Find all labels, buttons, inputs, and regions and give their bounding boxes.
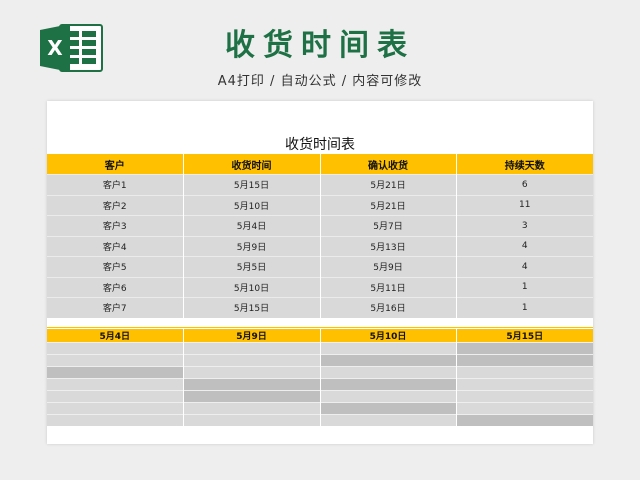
gantt-row bbox=[47, 390, 593, 403]
table-row: 客户3 5月4日 5月7日 3 bbox=[47, 215, 593, 236]
gantt-empty-cell bbox=[47, 390, 184, 403]
gantt-row bbox=[47, 342, 593, 355]
table-row: 客户6 5月10日 5月11日 1 bbox=[47, 276, 593, 298]
gantt-date-header: 5月9日 bbox=[183, 329, 321, 343]
cell-receive-time: 5月5日 bbox=[183, 256, 321, 277]
gantt-bar-cell bbox=[320, 354, 457, 367]
cell-duration-days: 6 bbox=[456, 174, 593, 195]
page-title: 收货时间表 bbox=[225, 28, 415, 63]
cell-confirm-receipt: 5月13日 bbox=[320, 235, 457, 257]
table-row: 客户5 5月5日 5月9日 4 bbox=[47, 256, 593, 277]
cell-customer: 客户1 bbox=[47, 174, 184, 195]
table-row: 客户4 5月9日 5月13日 4 bbox=[47, 235, 593, 257]
gantt-empty-cell bbox=[47, 414, 184, 426]
cell-duration-days: 4 bbox=[456, 235, 593, 257]
cell-duration-days: 3 bbox=[456, 215, 593, 236]
gantt-row bbox=[47, 366, 593, 379]
gantt-bar-cell bbox=[456, 342, 593, 355]
gantt-empty-cell bbox=[183, 354, 321, 367]
spreadsheet-preview: 收货时间表 客户 收货时间 确认收货 持续天数 客户1 5月15日 5月21日 … bbox=[47, 101, 593, 444]
gantt-empty-cell bbox=[320, 390, 457, 403]
gantt-date-header: 5月4日 bbox=[47, 329, 184, 343]
column-header-confirm-receipt: 确认收货 bbox=[320, 154, 457, 175]
cell-confirm-receipt: 5月21日 bbox=[320, 174, 457, 195]
cell-customer: 客户4 bbox=[47, 235, 184, 257]
gantt-bar-cell bbox=[320, 378, 457, 391]
gantt-bar-cell bbox=[183, 390, 321, 403]
cell-confirm-receipt: 5月9日 bbox=[320, 256, 457, 277]
column-header-receive-time: 收货时间 bbox=[183, 154, 321, 175]
cell-duration-days: 1 bbox=[456, 297, 593, 318]
gantt-empty-cell bbox=[456, 378, 593, 391]
cell-confirm-receipt: 5月16日 bbox=[320, 297, 457, 318]
cell-customer: 客户7 bbox=[47, 297, 184, 318]
table-header-row: 客户 收货时间 确认收货 持续天数 bbox=[47, 154, 593, 175]
gantt-bar-cell bbox=[47, 366, 184, 379]
cell-receive-time: 5月4日 bbox=[183, 215, 321, 236]
gantt-row bbox=[47, 402, 593, 415]
gantt-bar-cell bbox=[183, 378, 321, 391]
cell-customer: 客户5 bbox=[47, 256, 184, 277]
gantt-empty-cell bbox=[456, 390, 593, 403]
cell-customer: 客户3 bbox=[47, 215, 184, 236]
gantt-table: 5月4日 5月9日 5月10日 5月15日 bbox=[47, 329, 593, 426]
gantt-empty-cell bbox=[183, 342, 321, 355]
cell-confirm-receipt: 5月21日 bbox=[320, 194, 457, 216]
gantt-empty-cell bbox=[320, 366, 457, 379]
gantt-empty-cell bbox=[183, 402, 321, 415]
cell-confirm-receipt: 5月7日 bbox=[320, 215, 457, 236]
gantt-bar-cell bbox=[456, 414, 593, 426]
gantt-date-header: 5月15日 bbox=[456, 329, 593, 343]
gantt-empty-cell bbox=[320, 342, 457, 355]
column-header-duration-days: 持续天数 bbox=[456, 154, 593, 175]
receipt-table: 客户 收货时间 确认收货 持续天数 客户1 5月15日 5月21日 6 客户2 … bbox=[47, 154, 593, 318]
gantt-row bbox=[47, 414, 593, 426]
gantt-empty-cell bbox=[47, 378, 184, 391]
gantt-empty-cell bbox=[47, 354, 184, 367]
cell-customer: 客户2 bbox=[47, 194, 184, 216]
cell-receive-time: 5月10日 bbox=[183, 194, 321, 216]
cell-customer: 客户6 bbox=[47, 276, 184, 298]
gantt-empty-cell bbox=[456, 402, 593, 415]
cell-duration-days: 1 bbox=[456, 276, 593, 298]
table-row: 客户1 5月15日 5月21日 6 bbox=[47, 174, 593, 195]
gantt-bar-cell bbox=[320, 402, 457, 415]
cell-confirm-receipt: 5月11日 bbox=[320, 276, 457, 298]
header: X 收货时间表 A4打印 / 自动公式 / 内容可修改 bbox=[0, 0, 640, 100]
cell-receive-time: 5月15日 bbox=[183, 297, 321, 318]
page-subtitle: A4打印 / 自动公式 / 内容可修改 bbox=[217, 74, 423, 89]
column-header-customer: 客户 bbox=[47, 154, 184, 175]
table-row: 客户2 5月10日 5月21日 11 bbox=[47, 194, 593, 216]
gantt-empty-cell bbox=[456, 366, 593, 379]
table-row: 客户7 5月15日 5月16日 1 bbox=[47, 297, 593, 318]
gantt-empty-cell bbox=[320, 414, 457, 426]
cell-receive-time: 5月15日 bbox=[183, 174, 321, 195]
gantt-empty-cell bbox=[183, 366, 321, 379]
cell-duration-days: 11 bbox=[456, 194, 593, 216]
gantt-date-header: 5月10日 bbox=[320, 329, 457, 343]
gantt-empty-cell bbox=[47, 402, 184, 415]
gantt-row bbox=[47, 378, 593, 391]
gantt-header-row: 5月4日 5月9日 5月10日 5月15日 bbox=[47, 329, 593, 343]
gantt-bar-cell bbox=[456, 354, 593, 367]
cell-receive-time: 5月9日 bbox=[183, 235, 321, 257]
cell-receive-time: 5月10日 bbox=[183, 276, 321, 298]
cell-duration-days: 4 bbox=[456, 256, 593, 277]
gantt-empty-cell bbox=[183, 414, 321, 426]
sheet-title: 收货时间表 bbox=[285, 137, 355, 153]
gantt-row bbox=[47, 354, 593, 367]
gantt-empty-cell bbox=[47, 342, 184, 355]
section-divider bbox=[47, 327, 593, 328]
